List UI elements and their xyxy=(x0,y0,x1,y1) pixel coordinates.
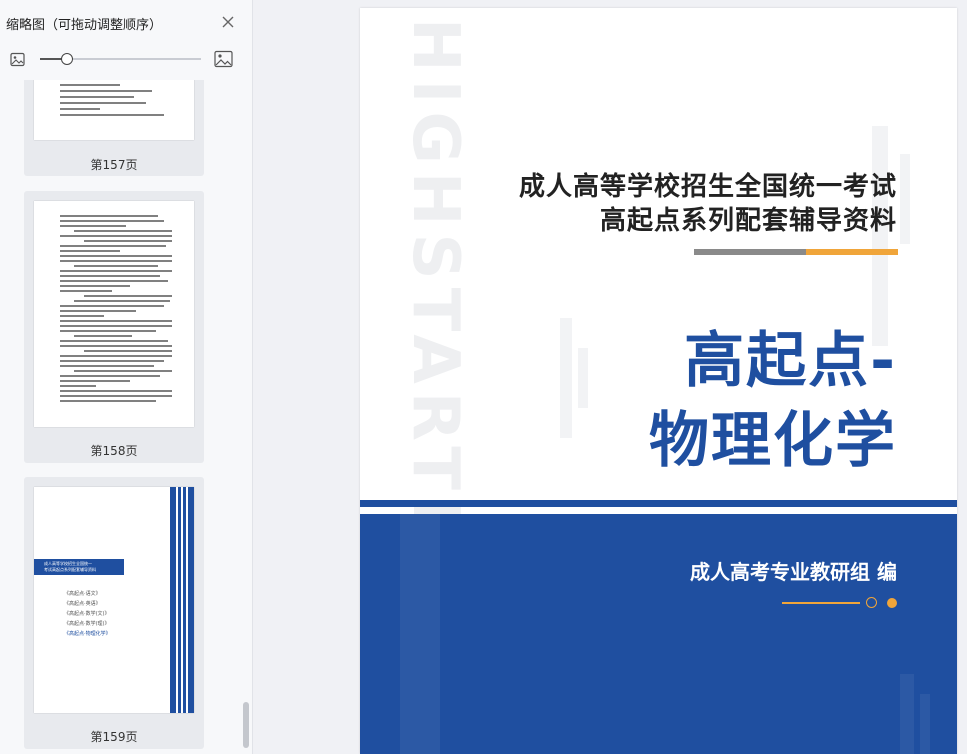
zoom-slider[interactable] xyxy=(40,53,201,65)
thumbnail-text-line xyxy=(84,350,172,352)
document-viewer[interactable]: HIGHSTARTING 成人高等学校招生全国统一考试 高起点系列配套辅导资料 … xyxy=(254,0,967,754)
thumbnail-list: 第157页 第158页 成人高等学校招生全国统一 考试高起点系列配套辅导资料 《… xyxy=(0,80,253,754)
thumbnail-text-line xyxy=(84,240,172,242)
thumbnail-text-line xyxy=(60,290,112,292)
thumbnail-text-line xyxy=(60,380,130,382)
decorative-bar xyxy=(578,348,588,408)
thumbnail-page-159[interactable]: 成人高等学校招生全国统一 考试高起点系列配套辅导资料 《高起点·语文》 《高起点… xyxy=(24,477,204,749)
thumbnail-list-item: 《高起点·数学(文)》 xyxy=(64,611,110,617)
decorative-bar xyxy=(560,318,572,438)
close-icon[interactable] xyxy=(220,14,236,30)
thumbnail-text-line xyxy=(60,235,172,237)
thumbnail-text-line xyxy=(60,355,172,357)
thumbnail-list-item: 《高起点·数学(理)》 xyxy=(64,621,110,627)
thumbnail-page-158[interactable]: 第158页 xyxy=(24,191,204,463)
thumbnail-label: 第158页 xyxy=(90,444,138,458)
thumbnail-text-line xyxy=(60,215,158,217)
thumbnail-text-line xyxy=(60,220,164,222)
cover-title-line1: 高起点- xyxy=(684,326,897,396)
cover-subtitle-line2: 高起点系列配套辅导资料 xyxy=(599,206,897,236)
thumbnail-list-item: 《高起点·英语》 xyxy=(64,601,101,607)
orange-ring-dot xyxy=(866,597,877,608)
thumbnail-text-line xyxy=(74,230,172,232)
thumbnail-text-line xyxy=(60,260,172,262)
thumbnail-banner: 成人高等学校招生全国统一 考试高起点系列配套辅导资料 xyxy=(34,559,124,575)
thumbnail-text-line xyxy=(60,390,172,392)
thumbnail-text-line xyxy=(74,265,158,267)
decorative-bar xyxy=(900,154,910,244)
thumbnail-text-line xyxy=(60,385,96,387)
thumbnail-text-line xyxy=(60,375,160,377)
thumbnail-text-line xyxy=(60,245,166,247)
thumbnail-text-line xyxy=(60,330,156,332)
thumbnail-text-line xyxy=(60,395,172,397)
thumbnail-text-line xyxy=(60,320,172,322)
thumbnail-label: 第159页 xyxy=(90,730,138,744)
thumbnail-text-line xyxy=(60,345,172,347)
zoom-control xyxy=(0,44,253,74)
thumbnail-page-image xyxy=(34,80,194,140)
image-large-icon[interactable] xyxy=(214,50,233,68)
thumbnail-text-line xyxy=(60,275,160,277)
sidebar-header: 缩略图（可拖动调整顺序） xyxy=(0,0,253,44)
thumbnail-text-line xyxy=(74,370,172,372)
thumbnail-text-line xyxy=(60,280,168,282)
thumbnail-text-line xyxy=(74,335,132,337)
blue-footer-block xyxy=(360,514,957,754)
blue-stripe xyxy=(360,500,957,507)
sidebar-scrollbar[interactable] xyxy=(243,702,249,748)
thumbnail-text-line xyxy=(60,310,136,312)
thumbnail-text-line xyxy=(60,315,104,317)
title-divider-gray xyxy=(694,249,806,255)
thumbnail-text-line xyxy=(60,340,168,342)
orange-accent-line xyxy=(782,602,860,604)
thumbnail-text-line xyxy=(60,285,130,287)
document-page: HIGHSTARTING 成人高等学校招生全国统一考试 高起点系列配套辅导资料 … xyxy=(360,8,957,754)
thumbnail-list-item: 《高起点·物理化学》 xyxy=(64,631,111,637)
cover-title-line2: 物理化学 xyxy=(649,406,897,476)
thumbnail-sidebar: 缩略图（可拖动调整顺序） 第157页 第158页 成人高等学校招生全国统一 考试… xyxy=(0,0,253,754)
zoom-slider-thumb[interactable] xyxy=(61,53,74,65)
sidebar-title: 缩略图（可拖动调整顺序） xyxy=(6,18,163,33)
thumbnail-text-line xyxy=(60,270,172,272)
thumbnail-page-image xyxy=(34,201,194,427)
thumbnail-text-line xyxy=(60,365,154,367)
thumbnail-text-line xyxy=(60,325,172,327)
cover-author: 成人高考专业教研组 编 xyxy=(690,560,897,584)
cover-subtitle-line1: 成人高等学校招生全国统一考试 xyxy=(518,172,897,202)
thumbnail-text-line xyxy=(60,305,164,307)
thumbnail-text-line xyxy=(60,255,172,257)
thumbnail-page-image: 成人高等学校招生全国统一 考试高起点系列配套辅导资料 《高起点·语文》 《高起点… xyxy=(34,487,194,713)
title-divider-orange xyxy=(806,249,898,255)
thumbnail-page-157[interactable]: 第157页 xyxy=(24,80,204,176)
thumbnail-text-line xyxy=(74,300,170,302)
thumbnail-text-line xyxy=(84,295,172,297)
image-small-icon[interactable] xyxy=(10,52,25,67)
thumbnail-text-line xyxy=(60,360,164,362)
thumbnail-text-line xyxy=(60,250,120,252)
thumbnail-label: 第157页 xyxy=(90,158,138,172)
thumbnail-list-item: 《高起点·语文》 xyxy=(64,591,101,597)
thumbnail-text-line xyxy=(60,225,126,227)
orange-filled-dot xyxy=(887,598,897,608)
thumbnail-text-line xyxy=(60,400,156,402)
